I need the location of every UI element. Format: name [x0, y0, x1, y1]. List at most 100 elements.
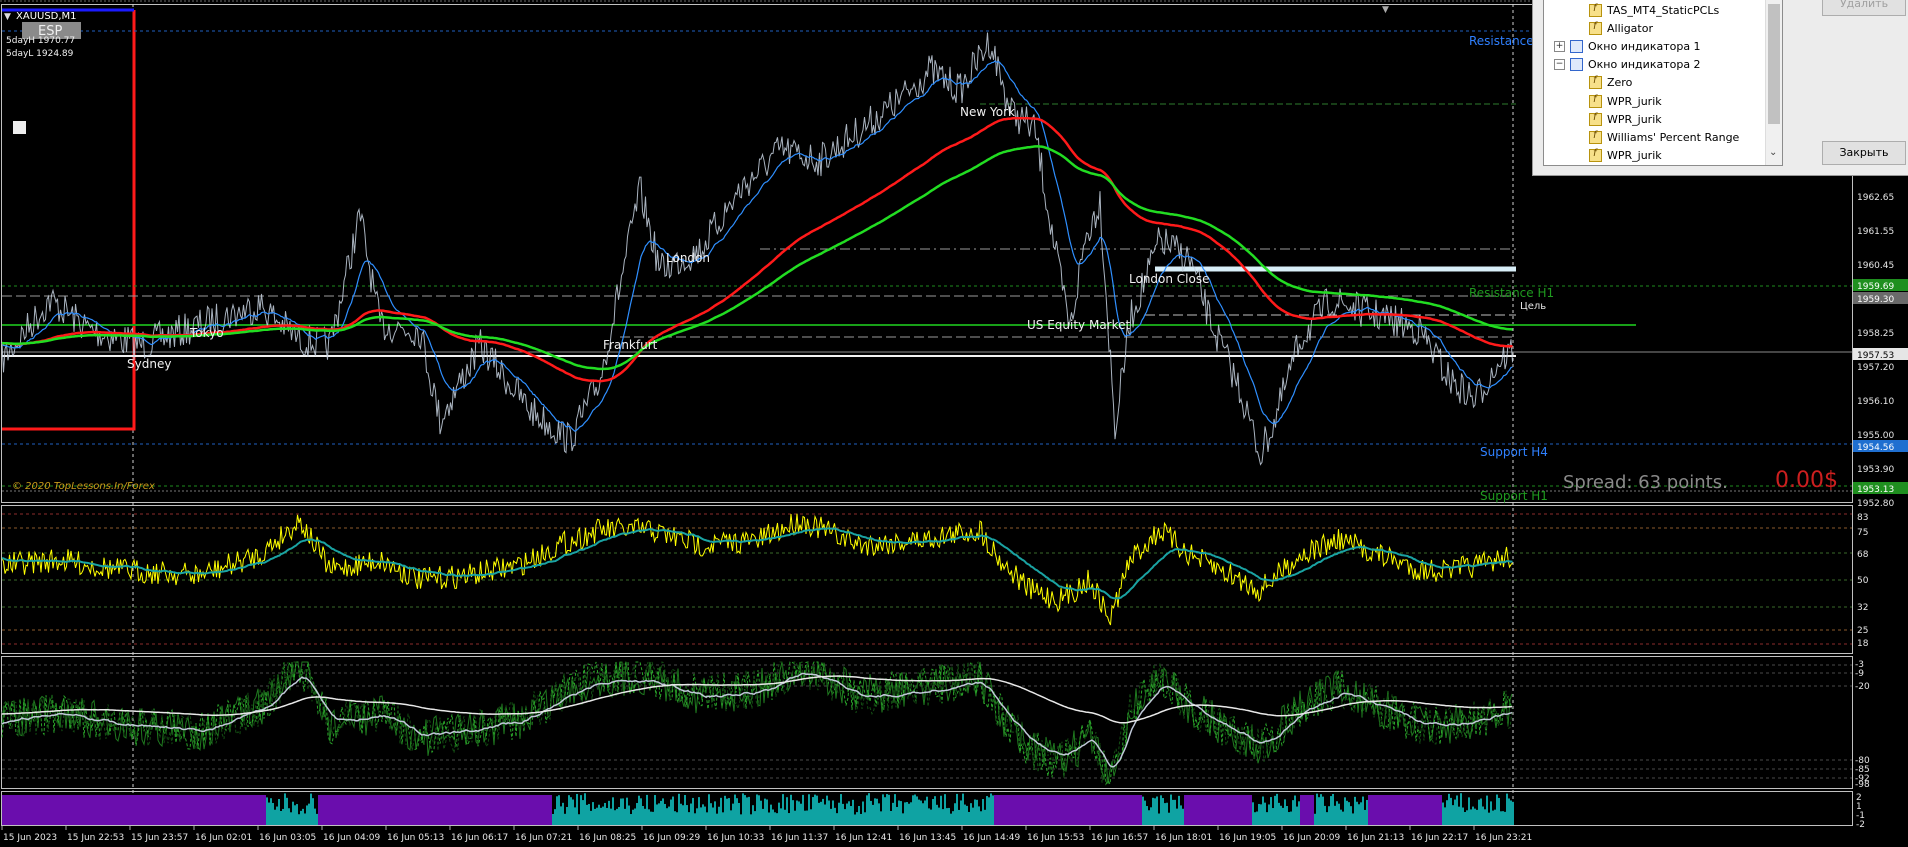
hist-bar [1110, 795, 1112, 825]
hist-bar [610, 808, 612, 825]
expander-icon[interactable]: + [1554, 40, 1565, 52]
scroll-down-icon[interactable]: ⌄ [1769, 147, 1777, 158]
hist-bar [524, 795, 526, 825]
hist-bar [20, 795, 22, 825]
hist-bar [1376, 795, 1378, 825]
indicator-icon [1589, 148, 1602, 163]
hist-bar [178, 795, 180, 825]
hist-bar [314, 808, 316, 825]
hist-bar [256, 795, 258, 825]
hist-bar [580, 795, 582, 825]
hist-bar [688, 812, 690, 825]
hist-bar [274, 809, 276, 825]
hist-bar [1088, 795, 1090, 825]
hist-bar [238, 795, 240, 825]
hist-bar [398, 795, 400, 825]
hist-bar [1378, 795, 1380, 825]
hist-bar [1278, 802, 1280, 825]
hist-bar [1272, 808, 1274, 825]
hist-bar [1112, 795, 1114, 825]
wpr-axis-label: 68 [1857, 550, 1869, 560]
hist-bar [632, 809, 634, 825]
hist-bar [186, 795, 188, 825]
time-axis-label: 16 Jun 02:01 [195, 833, 252, 843]
hist-bar [1382, 795, 1384, 825]
hist-bar [1288, 812, 1290, 825]
hist-bar [1142, 796, 1144, 825]
hist-bar [96, 795, 98, 825]
hist-bar [1064, 795, 1066, 825]
hist-bar [1338, 803, 1340, 825]
hist-bar [1028, 795, 1030, 825]
scroll-shift-icon[interactable]: ▼ [1382, 5, 1389, 15]
tree-indicator-item[interactable]: WPR_jurik [1589, 92, 1662, 110]
delete-button[interactable]: Удалить [1822, 0, 1906, 16]
hist-bar [606, 807, 608, 825]
tree-indicator-item[interactable]: Williams' Percent Range [1589, 128, 1739, 146]
hist-bar [1022, 795, 1024, 825]
hist-bar [794, 810, 796, 825]
hist-bar [144, 795, 146, 825]
symbol-dropdown-icon[interactable]: ▼ [4, 12, 11, 22]
indicator-tree[interactable]: TAS_MT4_StaticPCLs Alligator + Окно индикат… [1543, 0, 1783, 166]
hist-bar [1046, 795, 1048, 825]
hist-bar [1386, 795, 1388, 825]
hist-bar [1034, 795, 1036, 825]
checkbox-icon[interactable] [13, 121, 26, 134]
hist-bar [1262, 796, 1264, 825]
hist-bar [1492, 810, 1494, 825]
tree-scrollbar[interactable]: ⌄ [1765, 0, 1782, 165]
hist-bar [134, 795, 136, 825]
hist-bar [174, 795, 176, 825]
hist-bar [676, 812, 678, 825]
tree-window-item[interactable]: + Окно индикатора 1 [1554, 37, 1701, 55]
hist-bar [1312, 795, 1314, 825]
hist-bar [1132, 795, 1134, 825]
hist-bar [698, 797, 700, 825]
hist-bar [1360, 802, 1362, 825]
label-resistance-h1: Resistance H1 [1469, 286, 1554, 300]
tree-indicator-item[interactable]: WPR_jurik [1589, 147, 1662, 165]
tree-window-item[interactable]: − Окно индикатора 2 [1554, 56, 1701, 74]
hist-bar [72, 795, 74, 825]
hist-bar [654, 795, 656, 825]
hist-bar [800, 803, 802, 825]
hist-bar [494, 795, 496, 825]
indicator-icon [1589, 112, 1602, 126]
hist-bar [954, 803, 956, 825]
hist-bar [1414, 795, 1416, 825]
hist-bar [532, 795, 534, 825]
hist-bar [1198, 795, 1200, 825]
hist-bar [170, 795, 172, 825]
hist-bar [1162, 798, 1164, 825]
hist-bar [306, 805, 308, 825]
hist-bar [1170, 794, 1172, 825]
hist-bar [768, 812, 770, 825]
tree-indicator-item[interactable]: Alligator [1589, 19, 1653, 37]
close-button[interactable]: Закрыть [1822, 141, 1906, 165]
time-axis-label: 16 Jun 23:21 [1475, 833, 1532, 843]
hist-bar [1192, 795, 1194, 825]
tree-scrollbar-thumb[interactable] [1768, 4, 1780, 124]
hist-bar [434, 795, 436, 825]
hist-bar [1020, 795, 1022, 825]
hist-bar [1512, 801, 1514, 825]
tree-indicator-item[interactable]: Zero [1589, 74, 1632, 92]
hist-bar [140, 795, 142, 825]
hist-bar [1044, 795, 1046, 825]
tree-item-label: TAS_MT4_StaticPCLs [1607, 3, 1720, 17]
price-axis-label: 1959.69 [1857, 282, 1894, 292]
time-axis-label: 15 Jun 23:57 [131, 833, 188, 843]
hist-bar [990, 793, 992, 825]
expander-icon[interactable]: − [1554, 59, 1565, 71]
tree-indicator-item[interactable]: WPR_jurik [1589, 110, 1662, 128]
hist-bar [1352, 813, 1354, 825]
hist-bar [1406, 795, 1408, 825]
tree-indicator-item[interactable]: TAS_MT4_StaticPCLs [1589, 1, 1719, 19]
hist-bar [638, 795, 640, 825]
hist-bar [1182, 808, 1184, 825]
hist-bar [464, 795, 466, 825]
hist-bar [908, 803, 910, 825]
hist-bar [714, 801, 716, 825]
indicators-dialog[interactable]: TAS_MT4_StaticPCLs Alligator + Окно индикат… [1532, 0, 1908, 176]
